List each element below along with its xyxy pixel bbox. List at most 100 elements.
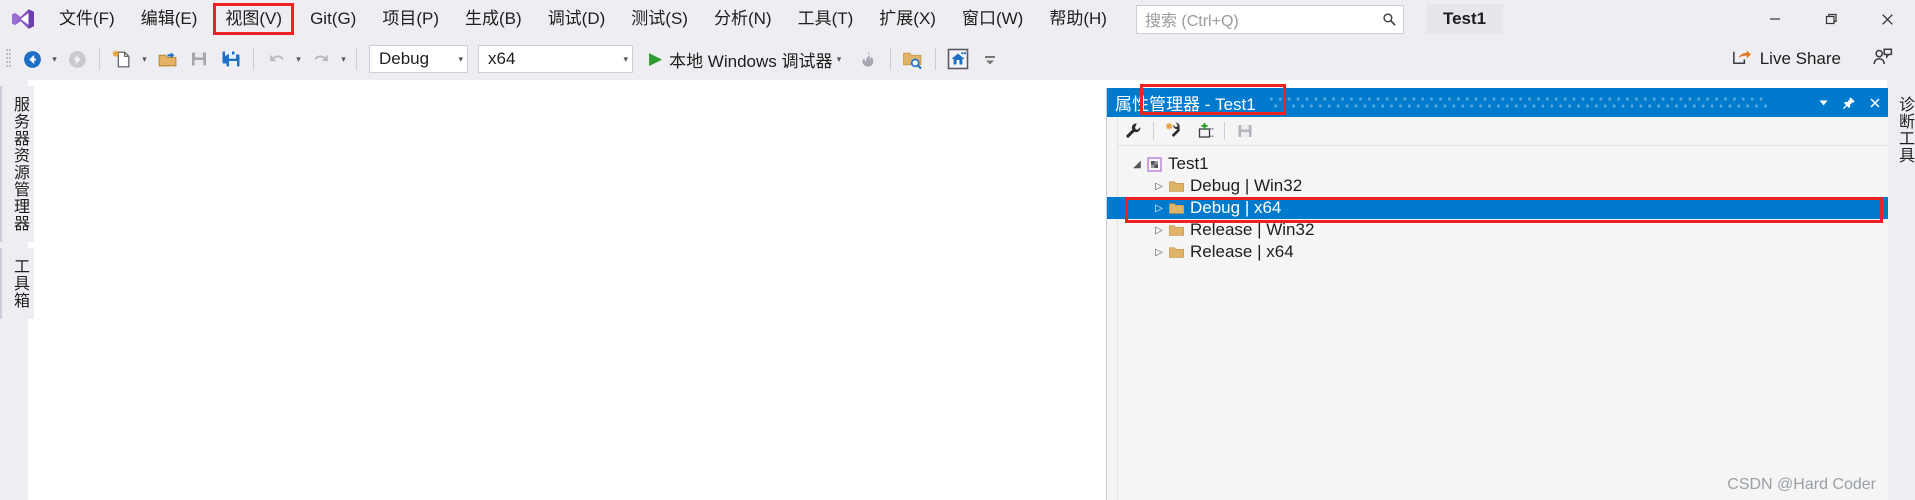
start-debugging-label: 本地 Windows 调试器 [669, 51, 833, 71]
chevron-expanded-icon[interactable]: ◢ [1129, 159, 1145, 170]
menu-build[interactable]: 生成(B) [454, 4, 533, 34]
property-manager-tree: ◢ Test1 ▷ Debug | Win32 ▷ Debug | x64 ▷ … [1107, 146, 1888, 263]
toolbar-separator [253, 48, 254, 70]
menu-extensions[interactable]: 扩展(X) [868, 4, 947, 34]
tree-node-label: Test1 [1168, 154, 1209, 173]
send-feedback-button[interactable] [1871, 38, 1893, 80]
start-debugging-button[interactable]: ▶ 本地 Windows 调试器 ▾ [649, 44, 846, 74]
menu-git[interactable]: Git(G) [299, 4, 367, 34]
toolbar-separator [1224, 122, 1225, 140]
folder-search-icon[interactable] [897, 44, 929, 74]
redo-icon[interactable] [305, 44, 337, 74]
chevron-down-icon: ▾ [623, 53, 628, 64]
menu-analyze[interactable]: 分析(N) [703, 4, 783, 34]
toolbar-separator [934, 48, 936, 70]
tree-node-label: Release | x64 [1190, 242, 1294, 261]
solution-configuration-select[interactable]: Debug ▾ [369, 45, 468, 73]
panel-dropdown-button[interactable] [1810, 88, 1836, 117]
chevron-collapsed-icon[interactable]: ▷ [1151, 225, 1167, 236]
menu-help[interactable]: 帮助(H) [1038, 4, 1118, 34]
new-item-icon[interactable] [106, 44, 138, 74]
toolbar-separator [1153, 122, 1154, 140]
menu-tools[interactable]: 工具(T) [787, 4, 865, 34]
toolbar-separator [889, 48, 891, 70]
right-tool-rail: 诊断工具 [1887, 80, 1915, 500]
save-property-sheet-icon[interactable] [1230, 118, 1260, 144]
menu-edit[interactable]: 编辑(E) [130, 4, 209, 34]
tree-node-project-root[interactable]: ◢ Test1 [1107, 153, 1888, 175]
save-icon[interactable] [183, 44, 215, 74]
live-share-label: Live Share [1759, 49, 1841, 68]
tree-node-label: Release | Win32 [1190, 220, 1315, 239]
sidebar-tab-server-explorer[interactable]: 服务器资源管理器 [0, 86, 34, 242]
menu-bar: 文件(F) 编辑(E) 视图(V) Git(G) 项目(P) 生成(B) 调试(… [46, 0, 1120, 38]
solution-configuration-value: Debug [379, 49, 430, 68]
undo-icon[interactable] [260, 44, 292, 74]
sidebar-tab-toolbox[interactable]: 工具箱 [0, 248, 34, 319]
live-share-button[interactable]: Live Share [1731, 38, 1841, 80]
menu-window[interactable]: 窗口(W) [951, 4, 1034, 34]
tree-node-debug-x64[interactable]: ▷ Debug | x64 [1107, 197, 1888, 219]
home-icon[interactable] [942, 44, 974, 74]
save-all-icon[interactable] [215, 44, 247, 74]
visual-studio-logo-icon [0, 0, 46, 38]
search-icon[interactable] [1377, 7, 1403, 32]
property-manager-panel: 属性管理器 - Test1 ◢ Test1 ▷ Debug | Win32 ▷ … [1106, 84, 1888, 500]
solution-platform-value: x64 [488, 49, 516, 68]
tree-node-release-x64[interactable]: ▷ Release | x64 [1107, 241, 1888, 263]
active-project-chip[interactable]: Test1 [1425, 4, 1504, 34]
tree-node-release-win32[interactable]: ▷ Release | Win32 [1107, 219, 1888, 241]
menu-debug[interactable]: 调试(D) [537, 4, 617, 34]
start-debugging-dropdown-icon[interactable]: ▾ [833, 44, 846, 74]
panel-close-button[interactable] [1862, 88, 1888, 117]
tree-node-label: Debug | Win32 [1190, 176, 1303, 195]
window-controls [1747, 0, 1915, 38]
watermark-text: CSDN @Hard Coder [1727, 476, 1876, 493]
folder-icon [1167, 224, 1186, 237]
solution-platform-select[interactable]: x64 ▾ [478, 45, 633, 73]
standard-toolbar: ▾ ▾ ▾ ▾ Debug ▾ x64 ▾ ▶ 本地 Windows 调试器 ▾… [0, 38, 1915, 80]
menu-test[interactable]: 测试(S) [620, 4, 699, 34]
play-icon: ▶ [649, 49, 663, 68]
redo-dropdown-icon[interactable]: ▾ [337, 44, 350, 74]
search-input[interactable]: 搜索 (Ctrl+Q) [1135, 4, 1404, 34]
menu-view[interactable]: 视图(V) [213, 3, 295, 35]
folder-icon [1167, 246, 1186, 259]
chevron-collapsed-icon[interactable]: ▷ [1151, 247, 1167, 258]
open-file-icon[interactable] [151, 44, 183, 74]
feedback-person-icon [1871, 46, 1893, 73]
left-tool-rail: 服务器资源管理器 工具箱 [0, 80, 34, 500]
search-placeholder: 搜索 (Ctrl+Q) [1144, 13, 1239, 30]
toolbar-grip[interactable] [0, 38, 16, 80]
project-icon [1145, 156, 1164, 172]
new-item-dropdown-icon[interactable]: ▾ [138, 44, 151, 74]
navigate-forward-icon[interactable] [61, 44, 93, 74]
menu-project[interactable]: 项目(P) [371, 4, 450, 34]
navigate-backward-dropdown-icon[interactable]: ▾ [48, 44, 61, 74]
toolbar-separator [356, 48, 357, 70]
undo-dropdown-icon[interactable]: ▾ [292, 44, 305, 74]
add-existing-property-sheet-icon[interactable] [1189, 118, 1219, 144]
chevron-down-icon: ▾ [458, 53, 463, 64]
menu-file[interactable]: 文件(F) [48, 4, 126, 34]
property-manager-toolbar [1107, 117, 1888, 146]
panel-drag-dots[interactable] [1266, 88, 1800, 117]
toolbar-separator [99, 48, 100, 70]
chevron-collapsed-icon[interactable]: ▷ [1151, 203, 1167, 214]
navigate-backward-icon[interactable] [16, 44, 48, 74]
pin-icon[interactable] [1836, 88, 1862, 117]
property-manager-title-bar[interactable]: 属性管理器 - Test1 [1107, 84, 1888, 117]
close-button[interactable] [1859, 0, 1915, 38]
add-new-property-sheet-icon[interactable] [1159, 118, 1189, 144]
properties-wrench-icon[interactable] [1118, 118, 1148, 144]
flame-icon[interactable] [852, 44, 884, 74]
folder-icon [1167, 180, 1186, 193]
restore-button[interactable] [1803, 0, 1859, 38]
sidebar-tab-diagnostic-tools[interactable]: 诊断工具 [1887, 86, 1915, 174]
chevron-collapsed-icon[interactable]: ▷ [1151, 181, 1167, 192]
minimize-button[interactable] [1747, 0, 1803, 38]
title-bar: 文件(F) 编辑(E) 视图(V) Git(G) 项目(P) 生成(B) 调试(… [0, 0, 1915, 38]
folder-icon [1167, 202, 1186, 215]
tree-node-debug-win32[interactable]: ▷ Debug | Win32 [1107, 175, 1888, 197]
toolbar-overflow-icon[interactable] [974, 44, 1006, 74]
